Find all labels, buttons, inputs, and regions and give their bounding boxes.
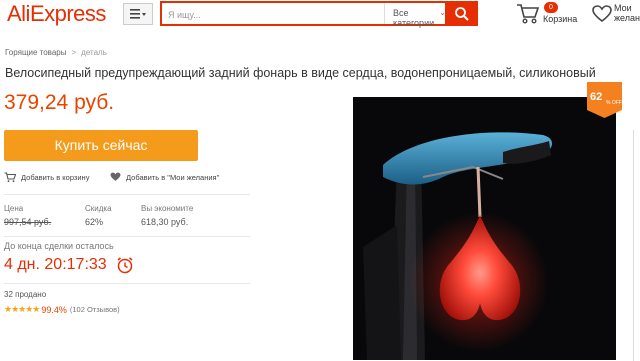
heart-icon [110,172,121,181]
divider [4,236,250,237]
discount-label: Скидка [85,204,112,213]
rating-row[interactable]: ★★★★★ 99.4% (102 Отзывов) [4,304,120,315]
deal-timer-label: До конца сделки осталось [4,241,114,251]
category-select-label: Все категории [393,8,435,28]
discount-badge-off: % OFF [606,100,622,106]
breadcrumb-separator: > [71,48,77,57]
savings-label: Вы экономите [141,204,194,213]
breadcrumb-home[interactable]: Горящие товары [5,48,67,57]
sold-count: 32 продано [4,290,47,299]
rating-percent: 99.4% [41,304,67,315]
add-to-wishlist-label: Добавить в "Мои желания" [126,172,220,182]
search-input[interactable] [168,7,378,22]
top-header: AliExpress Все категории ⌄ 0 Корзина [0,0,640,28]
cart-label: Корзина [543,14,578,24]
original-price-value: 997,54 руб. [4,217,52,227]
heart-icon [592,5,612,23]
discount-block: Скидка 62% [85,204,112,227]
product-title: Велосипедный предупреждающий задний фона… [5,66,596,80]
breadcrumb: Горящие товары > деталь [5,48,107,57]
side-panel-edge [633,130,640,361]
deal-countdown: 4 дн. 20:17:33 [4,256,107,273]
cart-count-badge: 0 [544,2,558,13]
divider [4,194,250,195]
add-to-wishlist-link[interactable]: Добавить в "Мои желания" [110,172,219,182]
rating-stars-icon: ★★★★★ [4,304,40,314]
product-image[interactable] [353,97,616,360]
review-count: (102 Отзывов) [69,305,120,314]
divider [4,283,250,284]
savings-block: Вы экономите 618,30 руб. [141,204,193,227]
alarm-clock-icon [117,257,133,274]
wishlist-label-line1: Мои [614,3,632,13]
wishlist-link[interactable]: Мои желан [592,2,640,26]
search-bar: Все категории ⌄ [160,1,478,28]
discount-badge-percent: 62 [590,91,603,103]
product-photo-illustration [353,97,616,360]
search-icon [454,6,469,21]
breadcrumb-current: деталь [81,48,107,57]
categories-menu-button[interactable] [123,3,153,25]
wishlist-label: Мои желан [614,3,640,23]
wishlist-label-line2: желан [614,13,640,23]
original-price-block: Цена 997,54 руб. [4,204,51,227]
product-price: 379,24 руб. [4,91,115,114]
original-price-label: Цена [4,204,24,213]
aliexpress-logo[interactable]: AliExpress [7,1,106,27]
cart-icon [4,172,16,183]
add-to-cart-label: Добавить в корзину [21,173,90,182]
cart-icon [517,4,540,24]
hamburger-icon [130,9,146,19]
search-button[interactable] [445,1,478,26]
cart-link[interactable]: 0 Корзина [516,2,578,26]
category-select[interactable]: Все категории ⌄ [384,3,450,28]
add-to-cart-link[interactable]: Добавить в корзину [4,172,89,183]
discount-value: 62% [85,217,104,227]
buy-now-button[interactable]: Купить сейчас [4,130,198,161]
savings-value: 618,30 руб. [141,217,189,227]
